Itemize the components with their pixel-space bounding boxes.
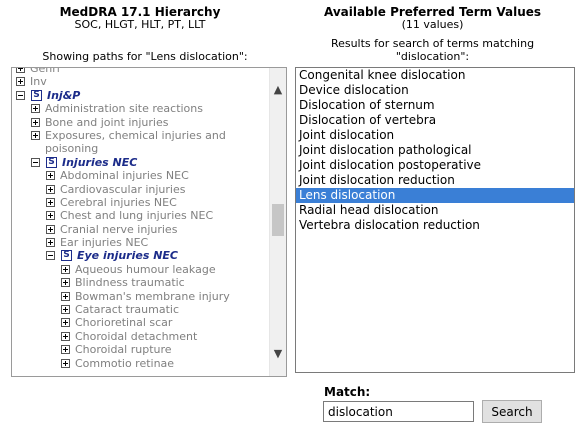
results-caption-line1: Results for search of terms matching (330, 37, 535, 50)
expand-icon[interactable] (61, 331, 70, 341)
tree-node-label: Chest and lung injuries NEC (60, 209, 214, 223)
tree-node[interactable]: Bowman's membrane injury (12, 290, 270, 303)
selected-term-item[interactable]: Lens dislocation (296, 188, 574, 203)
tree-node-label: Abdominal injuries NEC (60, 169, 189, 183)
tree-node[interactable]: Exposures, chemical injuries and poisoni… (12, 129, 270, 156)
tree-node-label: Ear injuries NEC (60, 236, 149, 250)
paths-caption: Showing paths for "Lens dislocation": (42, 50, 248, 63)
term-item[interactable]: Dislocation of vertebra (296, 113, 574, 128)
collapse-icon[interactable] (16, 90, 25, 100)
tree-content: Genrl Inv S Inj&P Administration site reacti… (12, 67, 270, 370)
collapse-icon[interactable] (31, 157, 40, 167)
term-item[interactable]: Congenital knee dislocation (296, 68, 574, 83)
expand-icon[interactable] (16, 68, 25, 73)
tree-node-label: Administration site reactions (45, 102, 203, 116)
expand-icon[interactable] (46, 197, 55, 207)
tree-node-label: Bowman's membrane injury (75, 289, 230, 303)
tree-node-label: Blindness traumatic (75, 276, 185, 290)
expand-icon[interactable] (46, 224, 55, 234)
tree-node[interactable]: Cranial nerve injuries (12, 223, 270, 236)
tree-node-label: Inj&P (47, 88, 81, 102)
tree-node[interactable]: Chest and lung injuries NEC (12, 209, 270, 222)
preferred-term-list[interactable]: Congenital knee dislocation Device disloc… (295, 67, 575, 373)
expand-icon[interactable] (31, 104, 40, 114)
tree-node[interactable]: Aqueous humour leakage (12, 263, 270, 276)
expand-icon[interactable] (61, 305, 70, 315)
tree-node[interactable]: Administration site reactions (12, 102, 270, 115)
tree-node-label: Chorioretinal scar (75, 316, 173, 330)
tree-node-label: Choroidal rupture (75, 343, 172, 357)
tree-node-label: Exposures, chemical injuries and poisoni… (45, 128, 226, 155)
selected-path-badge-icon: S (31, 89, 42, 101)
results-caption-line2: "dislocation": (395, 50, 470, 63)
selected-path-badge-icon: S (46, 156, 57, 168)
tree-node[interactable]: Genrl (12, 67, 270, 75)
tree-node-label: Genrl (30, 67, 60, 75)
expand-icon[interactable] (61, 318, 70, 328)
tree-node-label: Cranial nerve injuries (60, 222, 178, 236)
expand-icon[interactable] (31, 130, 40, 140)
search-button[interactable]: Search (482, 400, 542, 423)
expand-icon[interactable] (61, 278, 70, 288)
tree-node[interactable]: S Injuries NEC (12, 156, 270, 169)
match-input[interactable] (323, 401, 474, 422)
tree-node[interactable]: Cardiovascular injuries (12, 183, 270, 196)
tree-node-label: Injuries NEC (62, 155, 138, 169)
expand-icon[interactable] (61, 291, 70, 301)
tree-node[interactable]: Ear injuries NEC (12, 236, 270, 249)
tree-node-label: Bone and joint injuries (45, 115, 169, 129)
hierarchy-subtitle: SOC, HLGT, HLT, PT, LLT (74, 18, 206, 31)
tree-node[interactable]: Commotio retinae (12, 357, 270, 370)
scroll-down-icon[interactable]: ▼ (270, 346, 286, 362)
scroll-thumb[interactable] (272, 204, 284, 236)
tree-node[interactable]: Cataract traumatic (12, 303, 270, 316)
tree-node-label: Cardiovascular injuries (60, 182, 186, 196)
tree-node[interactable]: Cerebral injuries NEC (12, 196, 270, 209)
tree-node-label: Cataract traumatic (75, 303, 180, 317)
term-item[interactable]: Radial head dislocation (296, 203, 574, 218)
expand-icon[interactable] (31, 117, 40, 127)
tree-node[interactable]: Choroidal detachment (12, 330, 270, 343)
tree-node[interactable]: Bone and joint injuries (12, 116, 270, 129)
term-item[interactable]: Vertebra dislocation reduction (296, 218, 574, 233)
term-item[interactable]: Joint dislocation (296, 128, 574, 143)
tree-node[interactable]: Blindness traumatic (12, 276, 270, 289)
values-count: (11 values) (401, 18, 464, 31)
expand-icon[interactable] (46, 171, 55, 181)
collapse-icon[interactable] (46, 251, 55, 261)
tree-node-label: Eye injuries NEC (77, 249, 179, 263)
hierarchy-title: MedDRA 17.1 Hierarchy (59, 5, 221, 19)
expand-icon[interactable] (46, 184, 55, 194)
hierarchy-tree[interactable]: Genrl Inv S Inj&P Administration site reacti… (11, 67, 287, 377)
tree-node-label: Aqueous humour leakage (75, 262, 216, 276)
tree-scrollbar[interactable]: ▲ ▼ (269, 68, 286, 376)
tree-node[interactable]: Chorioretinal scar (12, 316, 270, 329)
expand-icon[interactable] (61, 345, 70, 355)
expand-icon[interactable] (46, 238, 55, 248)
tree-node[interactable]: S Inj&P (12, 89, 270, 102)
preferred-terms-title: Available Preferred Term Values (323, 5, 542, 19)
term-item[interactable]: Device dislocation (296, 83, 574, 98)
term-item[interactable]: Joint dislocation reduction (296, 173, 574, 188)
expand-icon[interactable] (16, 77, 25, 87)
expand-icon[interactable] (61, 358, 70, 368)
tree-node-label: Choroidal detachment (75, 329, 198, 343)
tree-node-label: Inv (30, 75, 47, 89)
tree-node-label: Cerebral injuries NEC (60, 195, 177, 209)
term-item[interactable]: Joint dislocation postoperative (296, 158, 574, 173)
tree-node[interactable]: Choroidal rupture (12, 343, 270, 356)
term-item[interactable]: Dislocation of sternum (296, 98, 574, 113)
term-item[interactable]: Joint dislocation pathological (296, 143, 574, 158)
tree-node[interactable]: Abdominal injuries NEC (12, 169, 270, 182)
scroll-up-icon[interactable]: ▲ (270, 82, 286, 98)
match-label: Match: (324, 385, 371, 399)
selected-path-badge-icon: S (61, 250, 72, 262)
expand-icon[interactable] (46, 211, 55, 221)
tree-node[interactable]: Inv (12, 75, 270, 88)
tree-node[interactable]: S Eye injuries NEC (12, 249, 270, 262)
tree-node-label: Commotio retinae (75, 356, 175, 370)
expand-icon[interactable] (61, 264, 70, 274)
